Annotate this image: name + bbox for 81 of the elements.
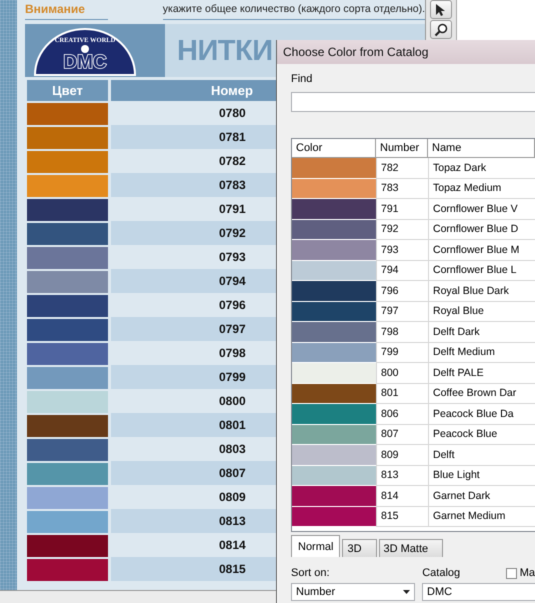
- catalog-dropdown[interactable]: DMC: [422, 583, 535, 601]
- zoom-button[interactable]: [430, 20, 452, 39]
- thread-number: 0807: [111, 461, 276, 485]
- color-number: 798: [376, 322, 428, 342]
- find-label: Find: [291, 72, 314, 86]
- color-name: Royal Blue: [428, 302, 535, 322]
- caret-icon: [403, 590, 410, 594]
- thread-number: 0814: [218, 537, 247, 554]
- color-number: 782: [376, 158, 428, 178]
- notice-heading: Внимание: [25, 3, 108, 20]
- color-number: 792: [376, 220, 428, 240]
- page-heading: НИТКИ: [177, 34, 273, 68]
- thread-number: 0798: [218, 345, 247, 362]
- color-number: 814: [376, 486, 428, 506]
- color-number: 796: [376, 281, 428, 302]
- thread-number: 0792: [111, 221, 276, 245]
- color-number: 815: [376, 506, 428, 527]
- color-name: Blue Light: [428, 466, 535, 486]
- notice-text: укажите общее количество (каждого сорта отдельно).: [162, 3, 425, 20]
- color-number: 783: [376, 178, 428, 199]
- color-name: Peacock Blue: [428, 424, 535, 445]
- checkbox-label: Ma: [520, 566, 535, 580]
- color-name: Delft Medium: [428, 342, 535, 363]
- color-number: 797: [376, 302, 428, 322]
- color-number: 807: [376, 424, 428, 445]
- thread-number: 0797: [111, 317, 276, 341]
- color-name: Delft Dark: [428, 322, 535, 342]
- dialog-title: Choose Color from Catalog: [277, 40, 535, 64]
- column-header: Цвет: [27, 80, 108, 101]
- color-name: Cornflower Blue D: [428, 220, 535, 240]
- color-name: Cornflower Blue L: [428, 260, 535, 281]
- thread-number: 0794: [111, 269, 276, 293]
- sort-dropdown[interactable]: Number: [291, 583, 415, 601]
- color-number: 801: [376, 384, 428, 404]
- color-name: Garnet Dark: [428, 486, 535, 506]
- view-tab[interactable]: Normal: [291, 535, 340, 557]
- color-number: 793: [376, 240, 428, 260]
- thread-number: 0803: [218, 441, 247, 458]
- thread-number: 0799: [111, 365, 276, 389]
- thread-number: 0801: [111, 413, 276, 437]
- checkbox[interactable]: [506, 568, 517, 578]
- color-name: Topaz Medium: [428, 178, 535, 199]
- thread-number: 0782: [218, 153, 247, 170]
- color-number: 791: [376, 199, 428, 220]
- color-number: 794: [376, 260, 428, 281]
- color-number: 800: [376, 363, 428, 384]
- thread-number: 0815: [111, 557, 276, 581]
- thread-number: 0796: [218, 297, 247, 314]
- catalog-label: Catalog: [422, 566, 462, 580]
- thread-number: 0781: [111, 125, 276, 149]
- column-header[interactable]: Number: [376, 139, 428, 158]
- cursor-icon: [435, 2, 447, 16]
- thread-number: 0783: [111, 173, 276, 197]
- thread-number: 0780: [218, 105, 247, 122]
- view-tab[interactable]: 3D: [342, 539, 377, 557]
- color-name: Delft: [428, 445, 535, 466]
- color-name: Delft PALE: [428, 363, 535, 384]
- color-name: Royal Blue Dark: [428, 281, 535, 302]
- color-name: Garnet Medium: [428, 506, 535, 527]
- column-header: Номер: [111, 80, 276, 101]
- column-header[interactable]: Name: [428, 139, 535, 158]
- color-name: Topaz Dark: [428, 158, 535, 178]
- color-number: 799: [376, 342, 428, 363]
- color-name: Peacock Blue Da: [428, 404, 535, 424]
- color-number: 809: [376, 445, 428, 466]
- cursor-button[interactable]: [430, 0, 452, 19]
- color-number: 813: [376, 466, 428, 486]
- color-name: Coffee Brown Dar: [428, 384, 535, 404]
- thread-number: 0809: [218, 489, 247, 506]
- column-header[interactable]: Color: [292, 139, 376, 158]
- thread-number: 0793: [218, 249, 247, 266]
- color-name: Cornflower Blue M: [428, 240, 535, 260]
- magnifier-icon: [434, 22, 448, 36]
- thread-number: 0800: [218, 393, 247, 410]
- sort-label: Sort on:: [291, 566, 331, 580]
- thread-number: 0813: [111, 509, 276, 533]
- thread-number: 0791: [218, 201, 247, 218]
- color-name: Cornflower Blue V: [428, 199, 535, 220]
- color-number: 806: [376, 404, 428, 424]
- find-field[interactable]: [291, 92, 535, 112]
- view-tab[interactable]: 3D Matte: [378, 539, 444, 557]
